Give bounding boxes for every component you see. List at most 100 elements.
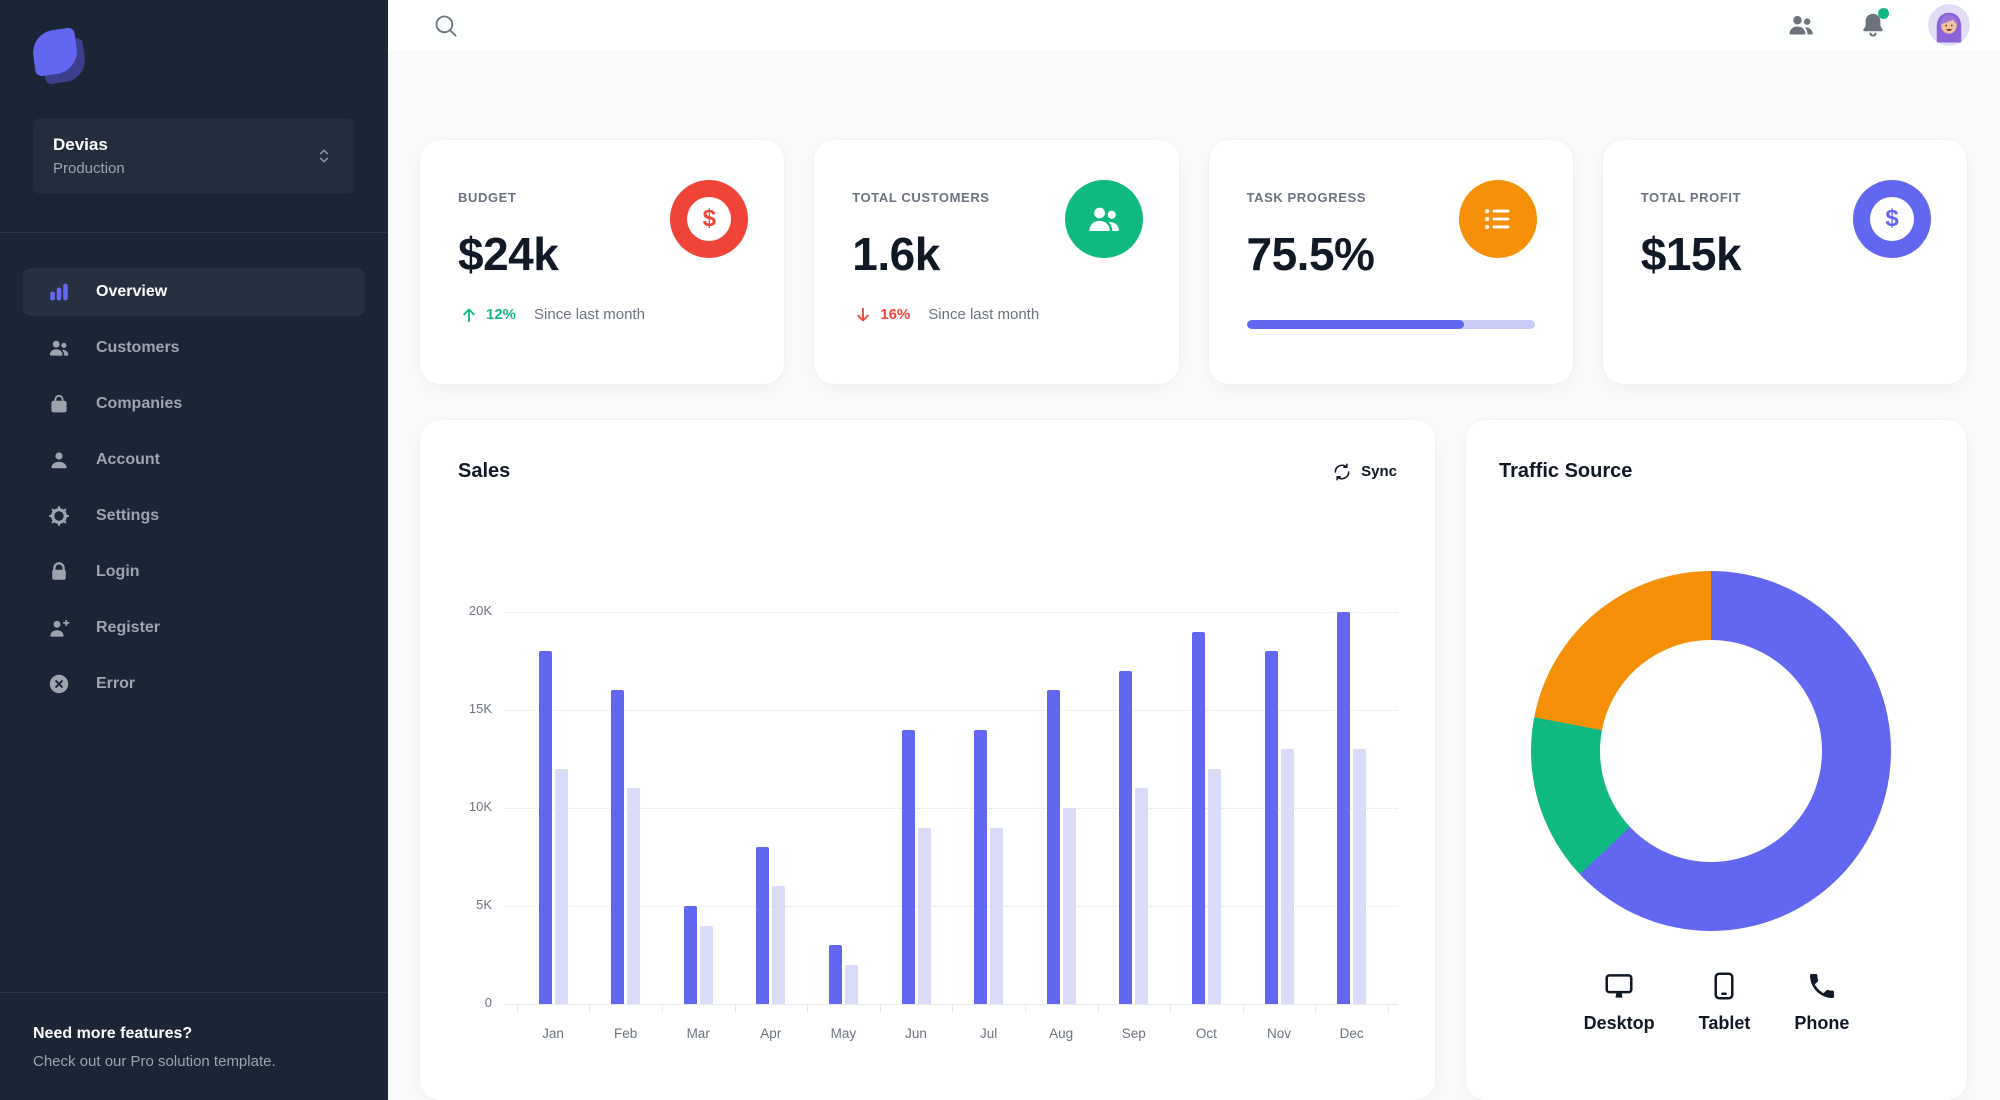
sidebar-item-label: Account [96, 451, 160, 468]
x-axis-month-label: Mar [686, 1026, 710, 1041]
delta-row: 16% Since last month [852, 304, 1140, 326]
y-axis-tick-label: 0 [484, 995, 492, 1010]
bar-may-secondary [844, 964, 858, 1004]
x-axis-tick [952, 1005, 954, 1012]
x-axis-month-label: Nov [1266, 1026, 1291, 1041]
bar-dec-secondary [1353, 749, 1367, 1004]
x-axis-tick [516, 1005, 518, 1012]
delta-caption: Since last month [534, 306, 645, 324]
x-axis-tick [734, 1005, 736, 1012]
stats-row: BUDGET $24k $ 12% Since last month TOTAL… [420, 140, 1967, 384]
currency-dollar-icon: $ [1853, 180, 1931, 258]
users-icon [1064, 180, 1143, 258]
delta-value: 12% [486, 306, 517, 324]
phone-icon [1806, 970, 1838, 1002]
x-axis-tick [807, 1005, 809, 1012]
x-axis-tick [1170, 1005, 1172, 1012]
bar-mar-secondary [699, 925, 713, 1004]
sidebar-nav: Overview Customers Companies Account Setting… [0, 268, 388, 716]
delta-row: 12% Since last month [458, 304, 746, 326]
devias-logo[interactable] [30, 27, 88, 85]
x-axis-tick [1315, 1005, 1317, 1012]
user-plus-icon [47, 616, 71, 640]
x-axis-month-label: Jan [542, 1026, 564, 1041]
sidebar-item-error[interactable]: Error [23, 660, 365, 708]
bar-feb-secondary [627, 788, 641, 1004]
bar-apr-secondary [772, 886, 786, 1004]
sidebar-footer: Need more features? Check out our Pro so… [0, 993, 388, 1100]
lock-icon [47, 560, 71, 584]
sidebar-footer-title: Need more features? [33, 1025, 193, 1042]
donut-hole [1600, 640, 1822, 862]
sidebar-item-label: Customers [96, 339, 180, 356]
search-icon[interactable] [425, 5, 465, 45]
tablet-icon [1708, 970, 1740, 1002]
legend-item-phone: Phone [1794, 970, 1849, 1034]
workspace-switcher[interactable]: Devias Production [33, 118, 355, 194]
legend-label: Desktop [1583, 1013, 1655, 1033]
legend-item-desktop: Desktop [1584, 970, 1655, 1034]
x-axis-month-label: Oct [1195, 1026, 1217, 1041]
sidebar-footer-subtitle: Check out our Pro solution template. [33, 1053, 276, 1070]
notifications-icon[interactable] [1856, 8, 1890, 42]
bar-mar-primary [683, 906, 697, 1004]
sidebar-item-customers[interactable]: Customers [23, 324, 365, 372]
task-progress-bar [1246, 319, 1535, 329]
delta-caption: Since last month [928, 306, 1040, 324]
sidebar-item-companies[interactable]: Companies [23, 380, 365, 428]
x-axis-month-label: Dec [1339, 1026, 1364, 1041]
topbar [388, 0, 2000, 50]
total-profit-card: TOTAL PROFIT $15k $ [1602, 140, 1967, 384]
bar-aug-primary [1046, 690, 1060, 1004]
user-icon [47, 448, 71, 472]
y-axis-tick-label: 5K [476, 897, 492, 912]
notification-badge-dot [1878, 8, 1889, 19]
bar-jan-primary [538, 651, 552, 1004]
sidebar-item-account[interactable]: Account [23, 436, 365, 484]
x-axis-month-label: Sep [1121, 1026, 1146, 1041]
sidebar-item-label: Error [96, 675, 136, 692]
task-progress-card: TASK PROGRESS 75.5% [1208, 140, 1573, 384]
bar-apr-primary [756, 847, 770, 1004]
app-root: Devias Production Overview Customers Compa… [0, 0, 2000, 1100]
workspace-text: Devias Production [53, 135, 313, 177]
legend-label: Tablet [1698, 1013, 1751, 1033]
sidebar-item-label: Overview [96, 283, 168, 300]
unfold-more-icon [313, 145, 335, 167]
bar-oct-secondary [1207, 768, 1221, 1004]
sidebar-divider-top [0, 232, 388, 233]
x-axis-tick [1024, 1005, 1026, 1012]
bar-may-primary [828, 945, 842, 1004]
sidebar-item-overview[interactable]: Overview [23, 268, 365, 316]
bar-jun-secondary [917, 827, 931, 1004]
x-axis-tick [1097, 1005, 1099, 1012]
sidebar-item-label: Companies [96, 395, 183, 412]
gear-icon [47, 504, 71, 528]
total-customers-card: TOTAL CUSTOMERS 1.6k 16% Since last mont… [814, 140, 1179, 384]
sidebar-item-label: Settings [96, 507, 160, 524]
list-bullet-icon [1458, 180, 1537, 258]
arrow-up-icon [458, 304, 480, 326]
bar-sep-secondary [1135, 788, 1149, 1004]
sidebar-item-label: Login [96, 563, 140, 580]
y-axis-tick-label: 10K [468, 799, 492, 814]
traffic-source-card: Traffic Source Desktop Tablet Phone [1466, 420, 1967, 1100]
bar-nov-secondary [1280, 749, 1294, 1004]
contacts-icon[interactable] [1784, 8, 1818, 42]
charts-row: Sales Sync 0 5K 10K 15K 20K Jan Feb Mar Apr Ma [420, 420, 1967, 1100]
bar-dec-primary [1337, 612, 1351, 1004]
x-axis-tick [589, 1005, 591, 1012]
sidebar: Devias Production Overview Customers Compa… [0, 0, 388, 1100]
workspace-env: Production [53, 160, 125, 177]
traffic-source-title: Traffic Source [1499, 460, 1633, 482]
traffic-donut-chart [1531, 571, 1891, 931]
sidebar-item-register[interactable]: Register [23, 604, 365, 652]
sidebar-item-settings[interactable]: Settings [23, 492, 365, 540]
x-axis-month-label: Feb [613, 1026, 638, 1041]
gridline [505, 612, 1398, 613]
budget-card: BUDGET $24k $ 12% Since last month [420, 140, 785, 384]
sidebar-item-login[interactable]: Login [23, 548, 365, 596]
avatar[interactable] [1928, 4, 1970, 46]
content: BUDGET $24k $ 12% Since last month TOTAL… [388, 50, 2000, 1100]
desktop-icon [1603, 970, 1635, 1002]
